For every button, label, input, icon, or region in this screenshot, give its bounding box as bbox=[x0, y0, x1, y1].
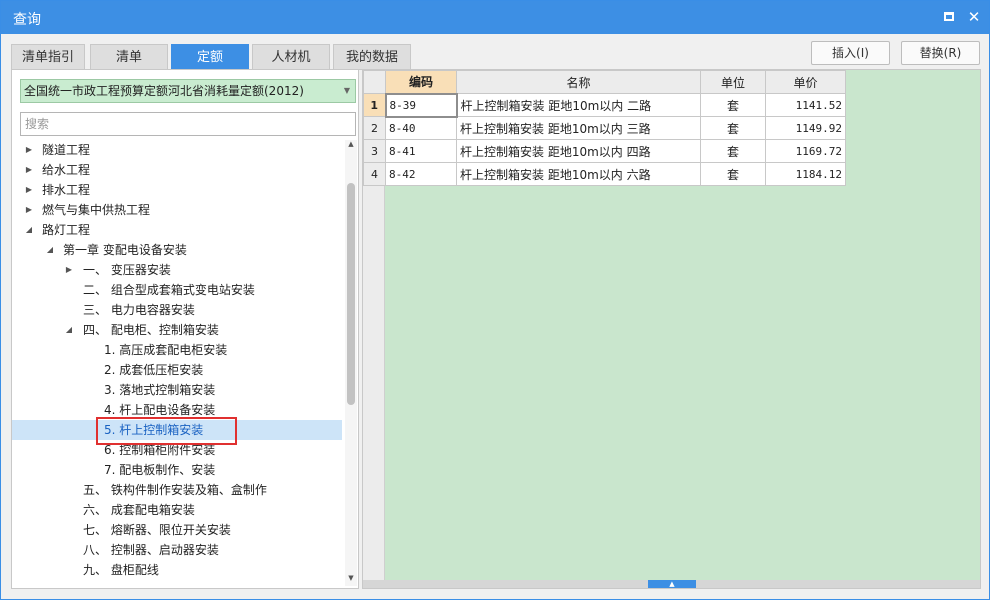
scroll-down-icon[interactable]: ▼ bbox=[345, 574, 357, 586]
quota-results-panel: 编码 名称 单位 单价 1 8-39 杆上控制箱安装 距地10m以内 二路 套 … bbox=[362, 69, 981, 589]
column-header-unit[interactable]: 单位 bbox=[700, 70, 766, 94]
tab-labor-material-machine[interactable]: 人材机 bbox=[252, 44, 330, 70]
column-header-name[interactable]: 名称 bbox=[456, 70, 701, 94]
scrollbar-thumb[interactable] bbox=[347, 183, 355, 405]
cell-price[interactable]: 1169.72 bbox=[765, 139, 846, 163]
cell-code[interactable]: 8-40 bbox=[385, 116, 457, 140]
expand-arrow-icon[interactable]: ▶ bbox=[24, 180, 34, 200]
quota-tree-panel: 全国统一市政工程预算定额河北省消耗量定额(2012) ▼ 搜索 ▶ 隧道工程 ▶… bbox=[11, 69, 359, 589]
tree-item[interactable]: 六、 成套配电箱安装 bbox=[12, 500, 342, 520]
maximize-icon[interactable] bbox=[942, 10, 956, 24]
selection-highlight-box bbox=[96, 417, 237, 445]
tree-scrollbar[interactable]: ▲ ▼ bbox=[345, 140, 357, 586]
tab-bill[interactable]: 清单 bbox=[90, 44, 168, 70]
cell-code[interactable]: 8-42 bbox=[385, 162, 457, 186]
column-header-price[interactable]: 单价 bbox=[765, 70, 846, 94]
corner-cell[interactable] bbox=[363, 70, 386, 94]
tab-quota[interactable]: 定额 bbox=[171, 44, 249, 70]
query-dialog: 查询 ✕ 清单指引 清单 定额 人材机 我的数据 插入(I) 替换(R) 全国统… bbox=[0, 0, 990, 600]
table-row[interactable]: 3 8-41 杆上控制箱安装 距地10m以内 四路 套 1169.72 bbox=[363, 139, 846, 163]
scroll-up-icon[interactable]: ▲ bbox=[345, 140, 357, 152]
table-row[interactable]: 1 8-39 杆上控制箱安装 距地10m以内 二路 套 1141.52 bbox=[363, 92, 846, 118]
replace-button[interactable]: 替换(R) bbox=[901, 41, 980, 65]
close-icon[interactable]: ✕ bbox=[967, 10, 981, 25]
title-bar[interactable]: 查询 ✕ bbox=[1, 1, 989, 34]
tree-item[interactable]: 2. 成套低压柜安装 bbox=[12, 360, 342, 380]
tree-item[interactable]: ▶ 排水工程 bbox=[12, 180, 342, 200]
tab-bill-guide[interactable]: 清单指引 bbox=[11, 44, 85, 70]
quota-table: 编码 名称 单位 单价 1 8-39 杆上控制箱安装 距地10m以内 二路 套 … bbox=[363, 70, 846, 186]
row-number[interactable]: 3 bbox=[363, 139, 386, 163]
cell-name[interactable]: 杆上控制箱安装 距地10m以内 三路 bbox=[456, 116, 701, 140]
column-header-code[interactable]: 编码 bbox=[385, 70, 457, 94]
insert-button[interactable]: 插入(I) bbox=[811, 41, 890, 65]
window-title: 查询 bbox=[13, 12, 41, 28]
quota-tree: ▶ 隧道工程 ▶ 给水工程 ▶ 排水工程 ▶ 燃气与集中供热工程 ◢ 路灯工程 … bbox=[12, 140, 342, 586]
tree-item[interactable]: ▶ 一、 变压器安装 bbox=[12, 260, 342, 280]
tree-item[interactable]: 五、 铁构件制作安装及箱、盒制作 bbox=[12, 480, 342, 500]
collapse-arrow-icon[interactable]: ◢ bbox=[64, 320, 74, 340]
cell-price[interactable]: 1149.92 bbox=[765, 116, 846, 140]
quota-library-select[interactable]: 全国统一市政工程预算定额河北省消耗量定额(2012) ▼ bbox=[20, 79, 356, 103]
tree-item[interactable]: 1. 高压成套配电柜安装 bbox=[12, 340, 342, 360]
tree-item[interactable]: ◢ 路灯工程 bbox=[12, 220, 342, 240]
cell-unit[interactable]: 套 bbox=[700, 93, 766, 117]
tree-item[interactable]: 三、 电力电容器安装 bbox=[12, 300, 342, 320]
collapse-arrow-icon[interactable]: ◢ bbox=[45, 240, 55, 260]
tree-item[interactable]: 7. 配电板制作、安装 bbox=[12, 460, 342, 480]
expand-arrow-icon[interactable]: ▶ bbox=[24, 160, 34, 180]
cell-unit[interactable]: 套 bbox=[700, 139, 766, 163]
row-number[interactable]: 4 bbox=[363, 162, 386, 186]
cell-name[interactable]: 杆上控制箱安装 距地10m以内 二路 bbox=[456, 93, 701, 117]
tree-item[interactable]: ◢ 四、 配电柜、控制箱安装 bbox=[12, 320, 342, 340]
expand-arrow-icon[interactable]: ▶ bbox=[24, 200, 34, 220]
tree-item[interactable]: 七、 熔断器、限位开关安装 bbox=[12, 520, 342, 540]
tree-item[interactable]: ▶ 燃气与集中供热工程 bbox=[12, 200, 342, 220]
table-header-row: 编码 名称 单位 单价 bbox=[363, 70, 846, 94]
expand-arrow-icon[interactable]: ▶ bbox=[64, 260, 74, 280]
cell-code[interactable]: 8-41 bbox=[385, 139, 457, 163]
scroll-grip-up-icon[interactable]: ▲ bbox=[648, 580, 696, 588]
table-row[interactable]: 2 8-40 杆上控制箱安装 距地10m以内 三路 套 1149.92 bbox=[363, 116, 846, 140]
cell-price[interactable]: 1184.12 bbox=[765, 162, 846, 186]
tree-item[interactable]: 八、 控制器、启动器安装 bbox=[12, 540, 342, 560]
cell-code[interactable]: 8-39 bbox=[384, 92, 458, 118]
row-number[interactable]: 1 bbox=[363, 93, 386, 117]
tree-item[interactable]: ◢ 第一章 变配电设备安装 bbox=[12, 240, 342, 260]
cell-unit[interactable]: 套 bbox=[700, 116, 766, 140]
table-horizontal-scrollbar[interactable]: ▲ bbox=[363, 580, 980, 588]
tree-item[interactable]: 二、 组合型成套箱式变电站安装 bbox=[12, 280, 342, 300]
search-input[interactable]: 搜索 bbox=[20, 112, 356, 136]
dropdown-arrow-icon[interactable]: ▼ bbox=[344, 80, 350, 102]
row-number[interactable]: 2 bbox=[363, 116, 386, 140]
expand-arrow-icon[interactable]: ▶ bbox=[24, 140, 34, 160]
quota-library-value: 全国统一市政工程预算定额河北省消耗量定额(2012) bbox=[24, 84, 304, 98]
tree-item[interactable]: ▶ 隧道工程 bbox=[12, 140, 342, 160]
table-row[interactable]: 4 8-42 杆上控制箱安装 距地10m以内 六路 套 1184.12 bbox=[363, 162, 846, 186]
tree-item[interactable]: 3. 落地式控制箱安装 bbox=[12, 380, 342, 400]
cell-price[interactable]: 1141.52 bbox=[765, 93, 846, 117]
tree-item[interactable]: 九、 盘柜配线 bbox=[12, 560, 342, 580]
cell-name[interactable]: 杆上控制箱安装 距地10m以内 四路 bbox=[456, 139, 701, 163]
cell-unit[interactable]: 套 bbox=[700, 162, 766, 186]
tab-my-data[interactable]: 我的数据 bbox=[333, 44, 411, 70]
collapse-arrow-icon[interactable]: ◢ bbox=[24, 220, 34, 240]
tree-item[interactable]: ▶ 给水工程 bbox=[12, 160, 342, 180]
cell-name[interactable]: 杆上控制箱安装 距地10m以内 六路 bbox=[456, 162, 701, 186]
